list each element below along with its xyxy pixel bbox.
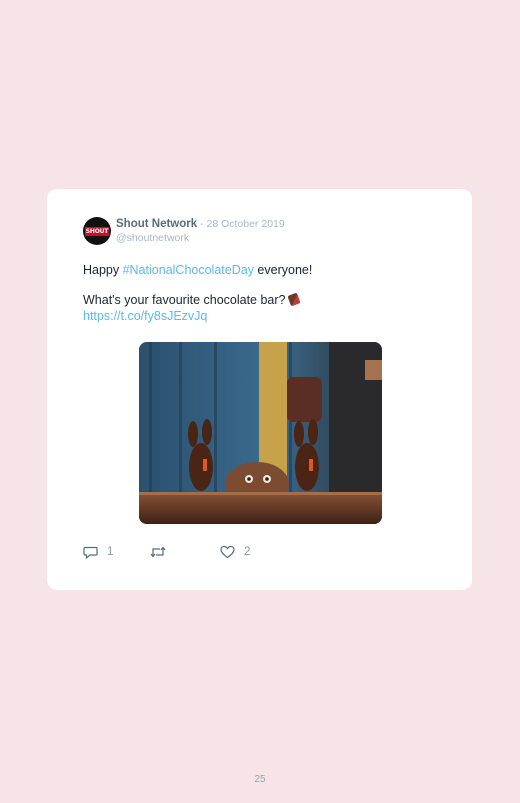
author-handle[interactable]: @shoutnetwork bbox=[116, 232, 189, 244]
tweet-actions: 1 2 bbox=[83, 545, 283, 561]
tweet-card: SHOUT Shout Network - 28 October 2019 @s… bbox=[47, 189, 472, 590]
retweet-icon bbox=[150, 546, 166, 558]
reply-icon bbox=[83, 546, 98, 559]
reply-count: 1 bbox=[107, 546, 114, 558]
page-number: 25 bbox=[254, 774, 266, 785]
text-suffix: everyone! bbox=[253, 263, 313, 277]
heart-icon bbox=[220, 545, 235, 559]
tweet-link[interactable]: https://t.co/fy8sJEzvJq bbox=[83, 309, 207, 323]
tweet-media[interactable] bbox=[139, 342, 382, 524]
text-prefix: Happy bbox=[83, 263, 123, 277]
media-image bbox=[139, 342, 382, 524]
avatar[interactable]: SHOUT bbox=[83, 217, 111, 245]
retweet-button[interactable] bbox=[150, 545, 175, 559]
tweet-date[interactable]: 28 October 2019 bbox=[206, 218, 284, 230]
chocolate-bar-icon bbox=[286, 292, 301, 307]
tweet-text-line-1: Happy #NationalChocolateDay everyone! bbox=[83, 263, 312, 277]
like-button[interactable]: 2 bbox=[220, 545, 250, 559]
like-count: 2 bbox=[244, 546, 251, 558]
reply-button[interactable]: 1 bbox=[83, 545, 113, 559]
tweet-text-line-2: What's your favourite chocolate bar? bbox=[83, 292, 301, 307]
author-name[interactable]: Shout Network bbox=[116, 218, 197, 230]
hashtag-link[interactable]: #NationalChocolateDay bbox=[123, 263, 254, 277]
author-line: Shout Network - 28 October 2019 bbox=[116, 218, 285, 230]
avatar-logo-text: SHOUT bbox=[85, 226, 109, 236]
question-text: What's your favourite chocolate bar? bbox=[83, 293, 286, 307]
